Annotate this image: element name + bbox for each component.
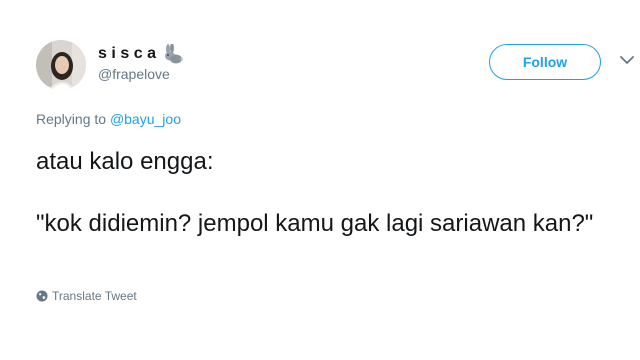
replying-to-label: Replying to: [36, 111, 107, 127]
tweet-text: atau kalo engga: "kok didiemin? jempol k…: [36, 146, 616, 239]
follow-button[interactable]: Follow: [489, 44, 601, 80]
translate-tweet-link[interactable]: Translate Tweet: [36, 289, 137, 303]
user-handle[interactable]: @frapelove: [98, 66, 170, 82]
tweet-card: sisca @frapelove Follow Replying to @bay…: [0, 0, 640, 360]
tweet-text-line: atau kalo engga:: [36, 148, 214, 175]
globe-icon: [36, 290, 48, 302]
chevron-down-icon[interactable]: [620, 55, 634, 65]
rabbit-icon: [164, 44, 183, 64]
tweet-text-line: "kok didiemin? jempol kamu gak lagi sari…: [36, 210, 594, 237]
reply-mention-link[interactable]: @bayu_joo: [110, 111, 181, 127]
avatar[interactable]: [36, 40, 86, 90]
replying-to: Replying to @bayu_joo: [36, 111, 181, 127]
translate-tweet-label: Translate Tweet: [52, 289, 137, 303]
display-name[interactable]: sisca: [98, 44, 183, 64]
display-name-text: sisca: [98, 45, 161, 62]
profile-photo-icon: [36, 40, 86, 90]
